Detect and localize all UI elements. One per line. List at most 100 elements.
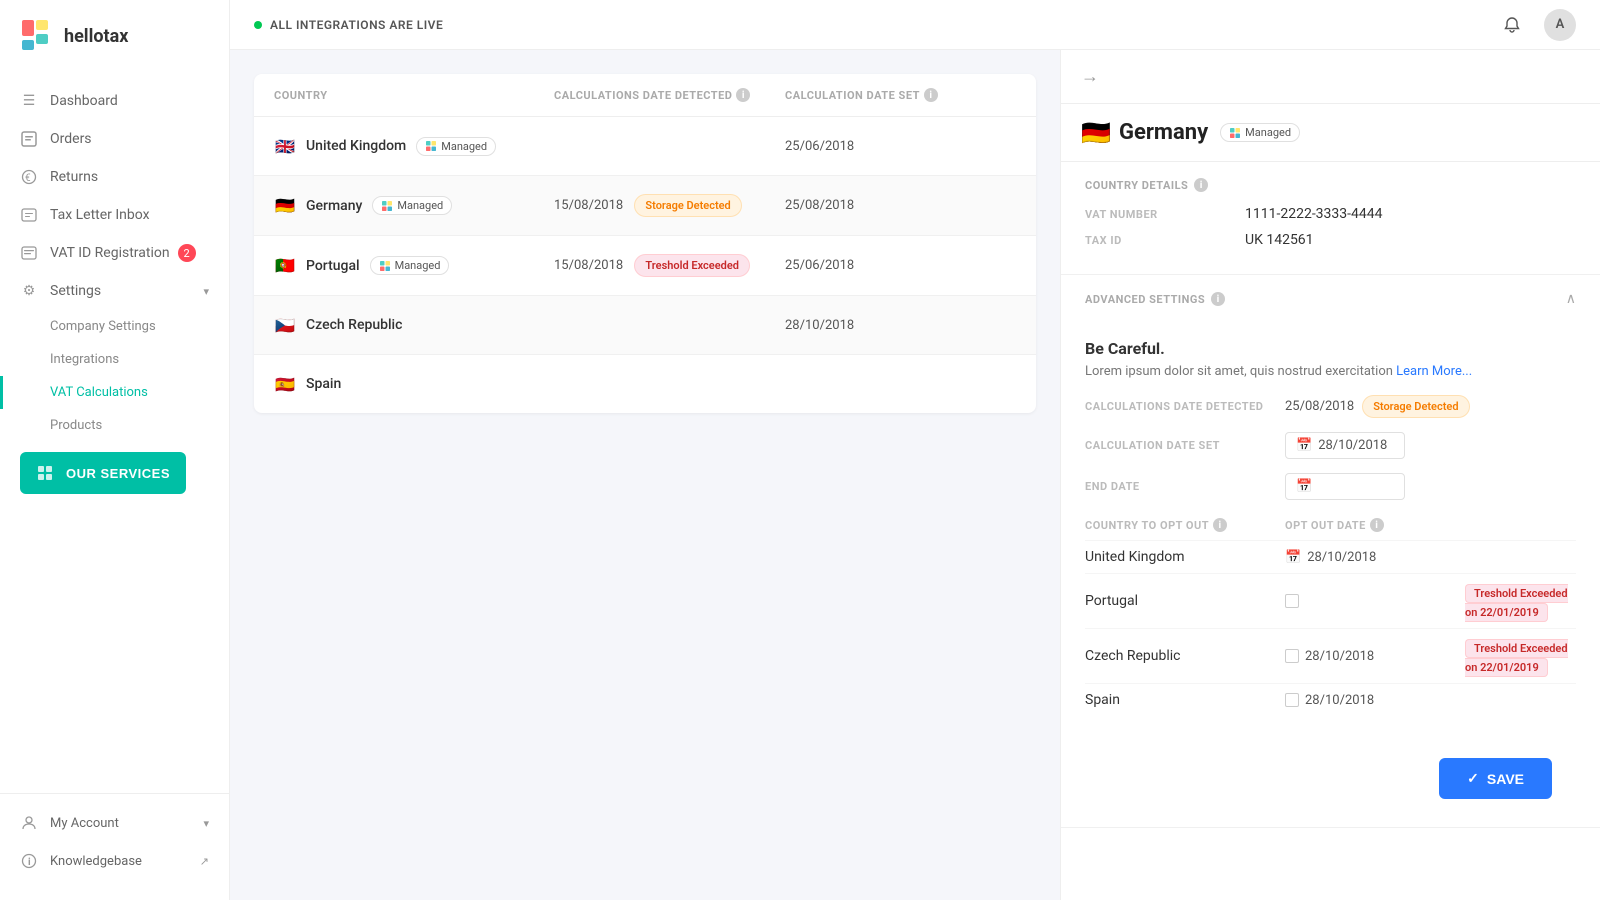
opt-out-row-spain: Spain 28/10/2018 [1085, 683, 1576, 716]
opt-out-date-col: OPT OUT DATE i [1285, 518, 1465, 532]
vat-id-icon [20, 244, 38, 262]
country-name-portugal: Portugal [306, 258, 360, 274]
checkbox-portugal[interactable] [1285, 594, 1299, 608]
checkbox-czech[interactable] [1285, 649, 1299, 663]
sidebar-item-vat-calculations[interactable]: VAT Calculations [0, 376, 229, 409]
country-cell-germany: 🇩🇪 Germany Managed [274, 195, 554, 217]
opt-out-country-col: COUNTRY TO OPT OUT i [1085, 518, 1285, 532]
managed-icon [379, 260, 391, 272]
table-panel: COUNTRY CALCULATIONS DATE DETECTED i CAL… [230, 50, 1060, 900]
end-date-input[interactable]: 📅 [1285, 473, 1405, 500]
country-details-info-icon[interactable]: i [1194, 178, 1208, 192]
flag-portugal: 🇵🇹 [274, 255, 296, 277]
logo-text: hellotax [64, 26, 128, 47]
country-cell-spain: 🇪🇸 Spain [274, 373, 554, 395]
tax-id-value: UK 142561 [1245, 232, 1314, 248]
opt-out-country-czech: Czech Republic [1085, 648, 1285, 664]
opt-out-country-uk: United Kingdom [1085, 549, 1285, 565]
threshold-exceeded-badge: Treshold Exceeded [634, 254, 750, 277]
sidebar-item-orders[interactable]: Orders [0, 120, 229, 158]
tax-id-label: TAX ID [1085, 234, 1245, 247]
country-name-czech: Czech Republic [306, 317, 402, 333]
country-column-header: COUNTRY [274, 88, 554, 102]
opt-out-info-icon[interactable]: i [1213, 518, 1227, 532]
calc-date-set-info-icon[interactable]: i [924, 88, 938, 102]
sidebar-item-vat-id[interactable]: VAT ID Registration 2 [0, 234, 229, 272]
opt-out-date-portugal [1285, 594, 1465, 608]
checkbox-spain[interactable] [1285, 693, 1299, 707]
advanced-settings-chevron: ∧ [1566, 291, 1576, 307]
settings-subnav: Company Settings Integrations VAT Calcul… [0, 310, 229, 442]
detail-back: → [1061, 50, 1600, 104]
country-cell-czech: 🇨🇿 Czech Republic [274, 314, 554, 336]
calendar-icon: 📅 [1296, 479, 1312, 494]
flag-germany: 🇩🇪 [274, 195, 296, 217]
our-services-button[interactable]: OUR SERVICES [20, 452, 186, 494]
country-cell-portugal: 🇵🇹 Portugal Managed [274, 255, 554, 277]
our-services-icon [36, 464, 54, 482]
sidebar-item-products[interactable]: Products [0, 409, 229, 442]
opt-out-date-czech: 28/10/2018 [1285, 649, 1465, 664]
table-header: COUNTRY CALCULATIONS DATE DETECTED i CAL… [254, 74, 1036, 117]
sidebar-item-settings[interactable]: ⚙ Settings ▾ [0, 272, 229, 310]
sidebar-nav: ☰ Dashboard Orders € Returns Tax Letter … [0, 72, 229, 793]
status-text: ALL INTEGRATIONS ARE LIVE [270, 18, 443, 32]
opt-out-date-spain: 28/10/2018 [1285, 693, 1465, 708]
sidebar-item-tax-letter[interactable]: Tax Letter Inbox [0, 196, 229, 234]
save-area: ✓ SAVE [1061, 730, 1600, 827]
country-name-uk: United Kingdom [306, 138, 406, 154]
table-row[interactable]: 🇵🇹 Portugal Managed 15/08/2018 Treshold … [254, 236, 1036, 296]
content-area: COUNTRY CALCULATIONS DATE DETECTED i CAL… [230, 50, 1600, 900]
vat-number-row: VAT NUMBER 1111-2222-3333-4444 [1085, 206, 1576, 222]
country-cell-uk: 🇬🇧 United Kingdom Managed [274, 135, 554, 157]
save-button[interactable]: ✓ SAVE [1439, 758, 1552, 799]
vat-id-badge: 2 [178, 244, 196, 262]
sidebar-item-dashboard[interactable]: ☰ Dashboard [0, 82, 229, 120]
user-avatar[interactable]: A [1544, 9, 1576, 41]
main-area: ALL INTEGRATIONS ARE LIVE A COUNTRY CALC… [230, 0, 1600, 900]
opt-out-row-portugal: Portugal Treshold Exceeded on 22/01/2019 [1085, 573, 1576, 628]
calc-date-set-label: CALCULATION DATE SET [1085, 439, 1285, 452]
status-dot [254, 21, 262, 29]
returns-icon: € [20, 168, 38, 186]
calc-date-germany: 15/08/2018 Storage Detected [554, 194, 785, 217]
detail-managed-badge: Managed [1220, 123, 1300, 142]
advanced-settings-header[interactable]: ADVANCED SETTINGS i ∧ [1061, 275, 1600, 323]
calc-date-set-portugal: 25/06/2018 [785, 258, 1016, 273]
country-details-title: COUNTRY DETAILS i [1085, 178, 1576, 192]
vat-number-value: 1111-2222-3333-4444 [1245, 206, 1383, 222]
sidebar-item-returns[interactable]: € Returns [0, 158, 229, 196]
sidebar-item-knowledgebase[interactable]: i Knowledgebase ↗ [0, 842, 229, 880]
learn-more-link[interactable]: Learn More... [1396, 364, 1472, 379]
country-name-germany: Germany [306, 198, 362, 214]
opt-out-date-info-icon[interactable]: i [1370, 518, 1384, 532]
logo-area: hellotax [0, 0, 229, 72]
table-row[interactable]: 🇬🇧 United Kingdom Managed 25/06/2018 [254, 117, 1036, 176]
back-arrow[interactable]: → [1081, 66, 1099, 87]
sidebar-item-company-settings[interactable]: Company Settings [0, 310, 229, 343]
table-row[interactable]: 🇨🇿 Czech Republic 28/10/2018 [254, 296, 1036, 355]
table-row[interactable]: 🇪🇸 Spain [254, 355, 1036, 413]
threshold-badge-czech: Treshold Exceeded on 22/01/2019 [1465, 639, 1568, 677]
calc-date-set-input[interactable]: 📅 28/10/2018 [1285, 432, 1405, 459]
flag-czech: 🇨🇿 [274, 314, 296, 336]
calc-date-info-icon[interactable]: i [736, 88, 750, 102]
sidebar-item-label: Dashboard [50, 93, 118, 109]
storage-detected-badge: Storage Detected [634, 194, 741, 217]
table-row[interactable]: 🇩🇪 Germany Managed 15/08/2018 Storage De… [254, 176, 1036, 236]
managed-badge-germany: Managed [372, 196, 452, 215]
calc-date-column-header: CALCULATIONS DATE DETECTED i [554, 88, 785, 102]
managed-icon [425, 140, 437, 152]
status-indicator: ALL INTEGRATIONS ARE LIVE [254, 18, 443, 32]
calc-date-set-row: CALCULATION DATE SET 📅 28/10/2018 [1085, 432, 1576, 459]
topbar-right: A [1496, 9, 1576, 41]
notifications-button[interactable] [1496, 9, 1528, 41]
calc-date-set-column-header: CALCULATION DATE SET i [785, 88, 1016, 102]
sidebar-item-my-account[interactable]: My Account ▾ [0, 804, 229, 842]
opt-out-row-uk: United Kingdom 📅 28/10/2018 [1085, 540, 1576, 573]
sidebar-item-label: VAT ID Registration [50, 245, 170, 261]
calc-detected-label: CALCULATIONS DATE DETECTED [1085, 400, 1285, 413]
advanced-settings-info-icon[interactable]: i [1211, 292, 1225, 306]
managed-badge-portugal: Managed [370, 256, 450, 275]
sidebar-item-integrations[interactable]: Integrations [0, 343, 229, 376]
